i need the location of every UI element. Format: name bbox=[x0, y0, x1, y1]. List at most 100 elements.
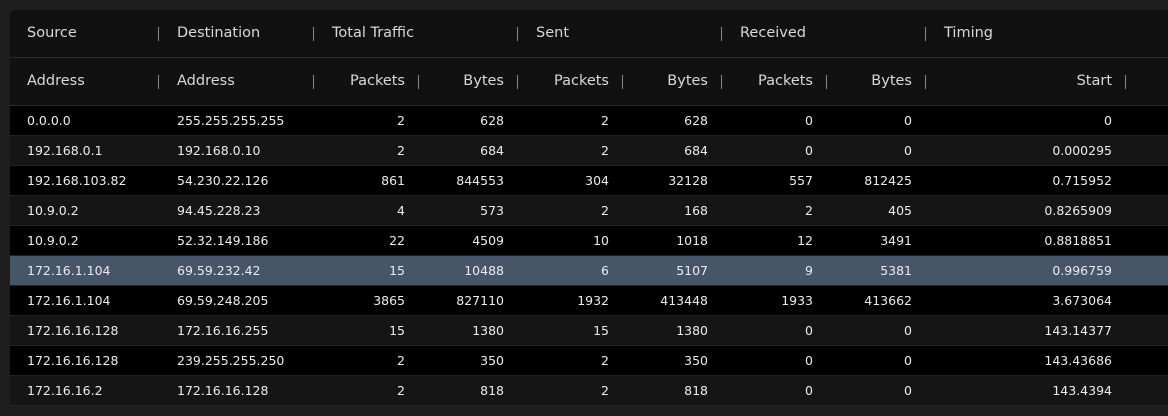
table-row[interactable]: 0.0.0.0 255.255.255.255 2 628 2 628 0 0 0 bbox=[10, 106, 1168, 136]
cell-received-bytes: 0 bbox=[904, 323, 912, 338]
table-row[interactable]: 172.16.1.104 69.59.248.205 3865 827110 1932 4… bbox=[10, 286, 1168, 316]
cell-sent-packets: 2 bbox=[601, 383, 609, 398]
column-header-received-packets[interactable]: Packets bbox=[721, 58, 813, 105]
cell-received-packets: 12 bbox=[797, 233, 813, 248]
cell-sent-packets: 15 bbox=[593, 323, 609, 338]
cell-destination-address: 255.255.255.255 bbox=[177, 113, 285, 128]
cell-sent-bytes: 1018 bbox=[676, 233, 708, 248]
cell-total-bytes: 573 bbox=[480, 203, 504, 218]
group-header-timing[interactable]: Timing bbox=[944, 10, 993, 57]
cell-received-packets: 0 bbox=[805, 113, 813, 128]
cell-received-packets: 2 bbox=[805, 203, 813, 218]
cell-timing-start: 143.4394 bbox=[1052, 383, 1112, 398]
cell-total-bytes: 350 bbox=[480, 353, 504, 368]
column-resize-handle[interactable] bbox=[158, 75, 159, 89]
table-row[interactable]: 10.9.0.2 52.32.149.186 22 4509 10 1018 12 3491 0… bbox=[10, 226, 1168, 256]
cell-sent-bytes: 413448 bbox=[660, 293, 708, 308]
column-header-received-bytes[interactable]: Bytes bbox=[826, 58, 912, 105]
column-resize-handle[interactable] bbox=[925, 27, 926, 41]
cell-total-packets: 861 bbox=[381, 173, 405, 188]
cell-received-bytes: 405 bbox=[888, 203, 912, 218]
table-row[interactable]: 10.9.0.2 94.45.228.23 4 573 2 168 2 405 0.826590… bbox=[10, 196, 1168, 226]
column-header-timing-start[interactable]: Start bbox=[925, 58, 1112, 105]
cell-sent-packets: 1932 bbox=[577, 293, 609, 308]
cell-source-address: 10.9.0.2 bbox=[27, 203, 79, 218]
column-header-total-packets[interactable]: Packets bbox=[313, 58, 405, 105]
cell-sent-bytes: 628 bbox=[684, 113, 708, 128]
cell-sent-packets: 2 bbox=[601, 203, 609, 218]
column-resize-handle[interactable] bbox=[721, 27, 722, 41]
cell-received-packets: 0 bbox=[805, 383, 813, 398]
cell-total-packets: 15 bbox=[389, 263, 405, 278]
group-header-total-traffic[interactable]: Total Traffic bbox=[332, 10, 414, 57]
cell-total-bytes: 818 bbox=[480, 383, 504, 398]
column-header-sent-packets[interactable]: Packets bbox=[517, 58, 609, 105]
group-header-sent[interactable]: Sent bbox=[536, 10, 569, 57]
cell-received-bytes: 0 bbox=[904, 383, 912, 398]
cell-source-address: 0.0.0.0 bbox=[27, 113, 71, 128]
cell-total-packets: 2 bbox=[397, 143, 405, 158]
column-header-destination-address[interactable]: Address bbox=[177, 58, 235, 105]
cell-sent-packets: 2 bbox=[601, 353, 609, 368]
column-resize-handle[interactable] bbox=[517, 27, 518, 41]
cell-sent-bytes: 5107 bbox=[676, 263, 708, 278]
cell-destination-address: 69.59.232.42 bbox=[177, 263, 261, 278]
table-row-selected[interactable]: 172.16.1.104 69.59.232.42 15 10488 6 5107 9 538… bbox=[10, 256, 1168, 286]
column-resize-handle[interactable] bbox=[1125, 75, 1126, 89]
cell-destination-address: 192.168.0.10 bbox=[177, 143, 261, 158]
group-header-received[interactable]: Received bbox=[740, 10, 806, 57]
cell-sent-bytes: 350 bbox=[684, 353, 708, 368]
cell-total-packets: 15 bbox=[389, 323, 405, 338]
cell-destination-address: 172.16.16.128 bbox=[177, 383, 269, 398]
cell-total-packets: 2 bbox=[397, 113, 405, 128]
cell-timing-start: 0.8265909 bbox=[1044, 203, 1112, 218]
cell-total-packets: 3865 bbox=[373, 293, 405, 308]
cell-timing-start: 0 bbox=[1104, 113, 1112, 128]
cell-total-bytes: 827110 bbox=[456, 293, 504, 308]
cell-total-bytes: 4509 bbox=[472, 233, 504, 248]
group-header-source[interactable]: Source bbox=[27, 10, 77, 57]
cell-source-address: 10.9.0.2 bbox=[27, 233, 79, 248]
cell-sent-packets: 2 bbox=[601, 113, 609, 128]
table-row[interactable]: 192.168.103.82 54.230.22.126 861 844553 304 3… bbox=[10, 166, 1168, 196]
cell-total-packets: 2 bbox=[397, 383, 405, 398]
cell-source-address: 172.16.16.128 bbox=[27, 353, 119, 368]
cell-timing-start: 143.14377 bbox=[1044, 323, 1112, 338]
column-header-source-address[interactable]: Address bbox=[27, 58, 85, 105]
cell-received-packets: 557 bbox=[789, 173, 813, 188]
cell-received-bytes: 0 bbox=[904, 113, 912, 128]
cell-source-address: 172.16.16.128 bbox=[27, 323, 119, 338]
table-row[interactable]: 172.16.16.128 239.255.255.250 2 350 2 350 0 0 14… bbox=[10, 346, 1168, 376]
cell-sent-packets: 2 bbox=[601, 143, 609, 158]
cell-total-bytes: 684 bbox=[480, 143, 504, 158]
column-header-sent-bytes[interactable]: Bytes bbox=[622, 58, 708, 105]
cell-total-packets: 4 bbox=[397, 203, 405, 218]
cell-sent-packets: 304 bbox=[585, 173, 609, 188]
cell-received-packets: 0 bbox=[805, 353, 813, 368]
column-resize-handle[interactable] bbox=[158, 27, 159, 41]
cell-received-packets: 0 bbox=[805, 323, 813, 338]
column-header-total-bytes[interactable]: Bytes bbox=[418, 58, 504, 105]
cell-sent-bytes: 1380 bbox=[676, 323, 708, 338]
group-header-destination[interactable]: Destination bbox=[177, 10, 260, 57]
cell-destination-address: 69.59.248.205 bbox=[177, 293, 269, 308]
column-resize-handle[interactable] bbox=[313, 27, 314, 41]
table-row[interactable]: 192.168.0.1 192.168.0.10 2 684 2 684 0 0 0.00029… bbox=[10, 136, 1168, 166]
group-header-row: Source Destination Total Traffic Sent Re… bbox=[10, 10, 1168, 58]
cell-sent-bytes: 684 bbox=[684, 143, 708, 158]
cell-received-bytes: 812425 bbox=[864, 173, 912, 188]
cell-timing-start: 0.000295 bbox=[1052, 143, 1112, 158]
cell-total-bytes: 10488 bbox=[464, 263, 504, 278]
cell-destination-address: 52.32.149.186 bbox=[177, 233, 269, 248]
cell-received-packets: 1933 bbox=[781, 293, 813, 308]
table-row[interactable]: 172.16.16.2 172.16.16.128 2 818 2 818 0 0 143.43… bbox=[10, 376, 1168, 406]
cell-timing-start: 0.996759 bbox=[1052, 263, 1112, 278]
cell-sent-bytes: 818 bbox=[684, 383, 708, 398]
cell-destination-address: 54.230.22.126 bbox=[177, 173, 269, 188]
table-row[interactable]: 172.16.16.128 172.16.16.255 15 1380 15 1380 0 0… bbox=[10, 316, 1168, 346]
cell-timing-start: 0.8818851 bbox=[1044, 233, 1112, 248]
cell-total-bytes: 1380 bbox=[472, 323, 504, 338]
cell-total-bytes: 628 bbox=[480, 113, 504, 128]
cell-total-packets: 2 bbox=[397, 353, 405, 368]
cell-timing-start: 0.715952 bbox=[1052, 173, 1112, 188]
